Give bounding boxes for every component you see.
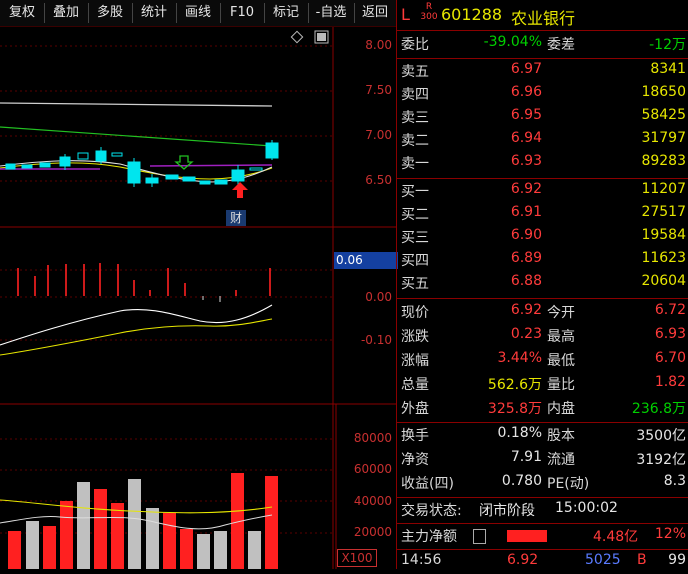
ma-line-purple (149, 164, 273, 167)
toolbar-remove-watchlist-button[interactable]: -自选 (309, 0, 353, 26)
main-flow-row[interactable]: 主力净额 4.48亿 12% (397, 526, 688, 548)
bid-row[interactable]: 买五 6.88 20604 (397, 273, 688, 295)
toolbar-back-button[interactable]: 返回 (356, 0, 394, 26)
bid-row[interactable]: 买三 6.90 19584 (397, 227, 688, 249)
volume-axis-label: 60000 (353, 462, 392, 476)
main-flow-bar (507, 530, 547, 542)
ask-row[interactable]: 卖五 6.97 8341 (397, 61, 688, 83)
diamond-icon[interactable] (290, 30, 304, 44)
up-arrow-icon (232, 182, 248, 198)
ask-row[interactable]: 卖二 6.94 31797 (397, 130, 688, 152)
stats-row: 换手 0.18% 股本 3500亿 (401, 425, 686, 444)
volume-unit-label: X100 (337, 549, 377, 567)
l-flag-label: L (401, 5, 410, 24)
toolbar-stats-button[interactable]: 统计 (134, 0, 174, 26)
bid-row[interactable]: 买四 6.89 11623 (397, 250, 688, 272)
quote-panel: L R 300 601288 农业银行 委比 -39.04% 委差 -12万 卖五… (397, 0, 688, 569)
macd-dea-line (0, 318, 273, 356)
candlesticks (5, 140, 279, 187)
chart-toolbar: 复权 叠加 多股 统计 画线 F10 标记 -自选 返回 (0, 0, 396, 27)
quote-row: 涨幅 3.44% 最低 6.70 (401, 350, 686, 369)
macd-bars (17, 263, 271, 296)
volume-axis-label: 80000 (353, 431, 392, 445)
toolbar-restore-button[interactable]: 复权 (2, 0, 42, 26)
quote-row: 总量 562.6万 量比 1.82 (401, 374, 686, 393)
ask-row[interactable]: 卖四 6.96 18650 (397, 84, 688, 106)
tick-row: 14:56 6.92 5025 B 99 (401, 552, 686, 568)
toolbar-overlay-button[interactable]: 叠加 (46, 0, 86, 26)
ask-row[interactable]: 卖一 6.93 89283 (397, 153, 688, 175)
trade-status-row: 交易状态: 闭市阶段 15:00:02 (401, 500, 618, 519)
macd-axis-label: 0.00 (365, 290, 392, 304)
macd-axis-label: -0.10 (360, 333, 392, 347)
macd-current-value-badge: 0.06 (334, 252, 398, 269)
panel-toggle-icon[interactable] (314, 30, 329, 44)
volume-axis-label: 40000 (353, 494, 392, 508)
order-diff-value: -12万 (649, 37, 686, 53)
order-ratio-row: 委比 -39.04% 委差 -12万 (401, 34, 686, 53)
ask-row[interactable]: 卖三 6.95 58425 (397, 107, 688, 129)
volume-axis-label: 20000 (353, 525, 392, 539)
bid-row[interactable]: 买一 6.92 11207 (397, 181, 688, 203)
bid-row[interactable]: 买二 6.91 27517 (397, 204, 688, 226)
toolbar-multi-stock-button[interactable]: 多股 (90, 0, 130, 26)
quote-row: 现价 6.92 今开 6.72 (401, 302, 686, 321)
toolbar-draw-line-button[interactable]: 画线 (178, 0, 218, 26)
volume-bars (8, 473, 278, 569)
ma-line-long (0, 102, 273, 107)
stock-code: 601288 (441, 5, 503, 24)
trade-status-time: 15:00:02 (555, 500, 618, 516)
price-axis-label: 8.00 (365, 38, 392, 52)
quote-row: 外盘 325.8万 内盘 236.8万 (401, 401, 686, 417)
stock-name: 农业银行 (511, 9, 576, 28)
main-flow-pct: 12% (654, 526, 686, 542)
price-axis-label: 7.50 (365, 83, 392, 97)
quote-row: 涨跌 0.23 最高 6.93 (401, 326, 686, 345)
trade-status-value: 闭市阶段 (479, 503, 535, 519)
toolbar-f10-button[interactable]: F10 (222, 0, 262, 26)
stats-row: 收益(四) 0.780 PE(动) 8.3 (401, 473, 686, 492)
down-arrow-icon (174, 155, 194, 170)
main-flow-value: 4.48亿 (593, 529, 639, 545)
list-icon (473, 529, 486, 544)
stats-row: 净资 7.91 流通 3192亿 (401, 449, 686, 468)
order-ratio-value: -39.04% (483, 34, 542, 50)
price-axis-label: 7.00 (365, 128, 392, 142)
toolbar-mark-button[interactable]: 标记 (266, 0, 306, 26)
event-marker-badge[interactable]: 财 (226, 210, 246, 226)
price-axis-label: 6.50 (365, 173, 392, 187)
r-flag-label: R 300 (420, 2, 438, 22)
